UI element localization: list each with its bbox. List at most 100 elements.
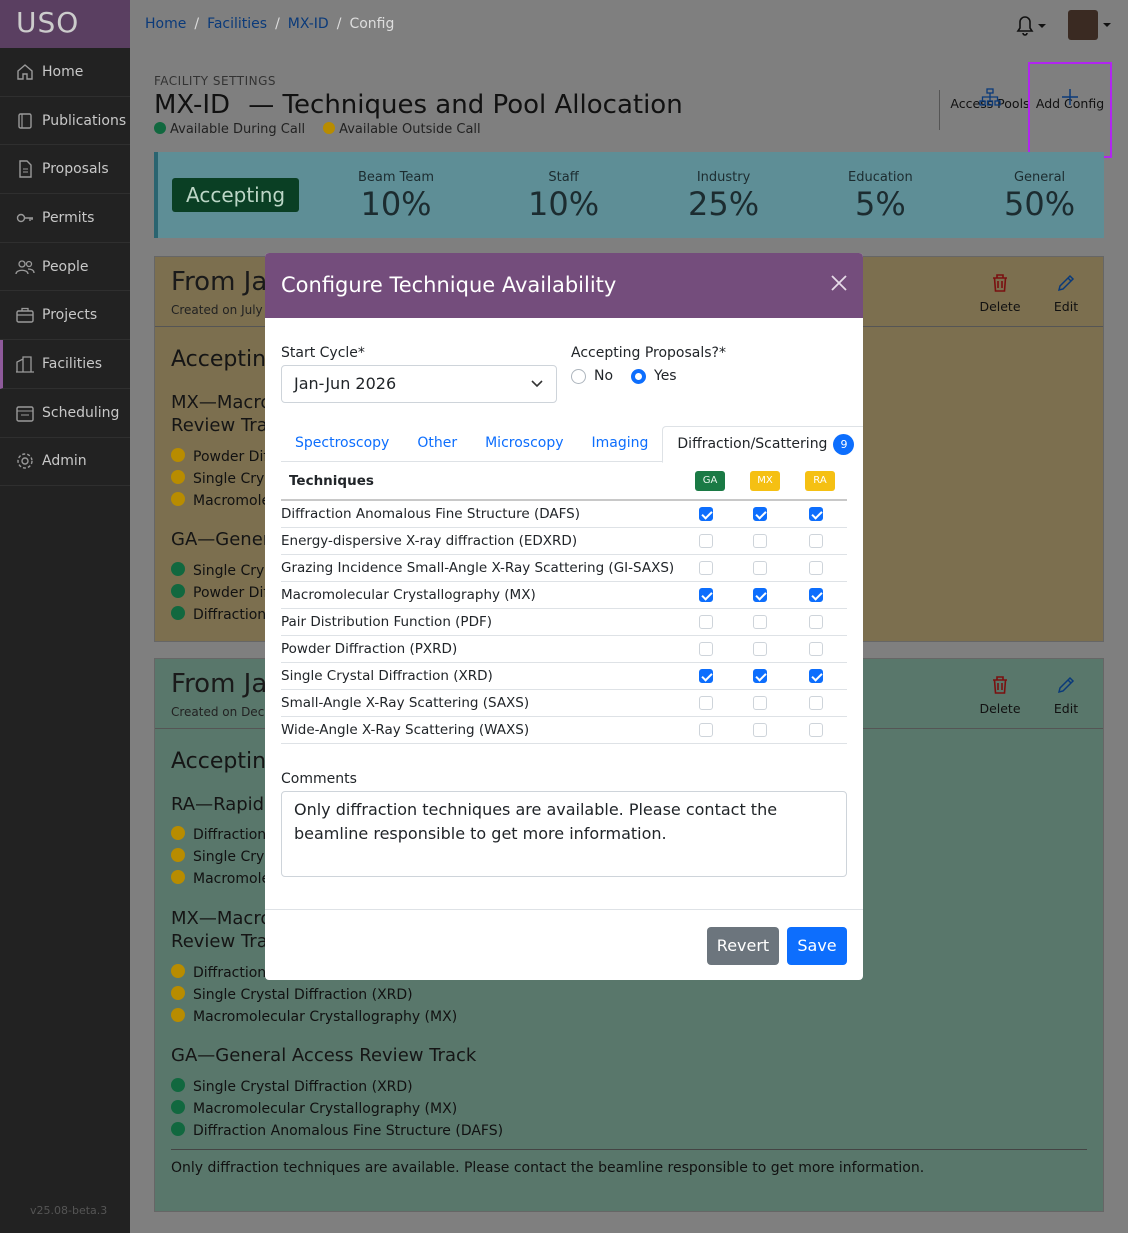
list-item-label: Single Crystal Diffraction (XRD) — [193, 1079, 413, 1095]
sidebar-item-permits[interactable]: Permits — [0, 194, 130, 243]
page-title: MX-ID — Techniques and Pool Allocation — [154, 90, 683, 120]
document-icon — [19, 160, 32, 178]
delete-button[interactable]: Delete — [977, 671, 1023, 716]
ga-checkbox[interactable] — [699, 588, 713, 602]
delete-button[interactable]: Delete — [977, 269, 1023, 314]
sidebar-item-publications[interactable]: Publications — [0, 97, 130, 146]
ga-checkbox[interactable] — [699, 615, 713, 629]
legend-outside-label: Available Outside Call — [339, 122, 481, 137]
access-pools-button[interactable]: Access Pools — [950, 64, 1030, 156]
radio-no[interactable]: No — [571, 368, 613, 384]
yellow-dot-icon — [171, 1008, 185, 1022]
sidebar-item-scheduling[interactable]: Scheduling — [0, 389, 130, 438]
pool-label: Beam Team — [358, 170, 435, 185]
ra-checkbox[interactable] — [809, 615, 823, 629]
ra-checkbox[interactable] — [809, 669, 823, 683]
mx-checkbox[interactable] — [753, 561, 767, 575]
tab-diffraction-scattering[interactable]: Diffraction/Scattering 9 — [662, 426, 863, 463]
mx-checkbox[interactable] — [753, 723, 767, 737]
people-icon — [15, 259, 35, 274]
technique-name: Small-Angle X-Ray Scattering (SAXS) — [281, 695, 530, 711]
comments-textarea[interactable]: Only diffraction techniques are availabl… — [281, 791, 847, 877]
ra-checkbox[interactable] — [809, 534, 823, 548]
sidebar-item-facilities[interactable]: Facilities — [0, 340, 130, 389]
ga-checkbox[interactable] — [699, 642, 713, 656]
ga-checkbox[interactable] — [699, 534, 713, 548]
sidebar-item-people[interactable]: People — [0, 243, 130, 292]
ra-checkbox[interactable] — [809, 588, 823, 602]
table-header: Techniques GA MX RA — [281, 465, 847, 501]
sidebar-item-admin[interactable]: Admin — [0, 438, 130, 487]
mx-checkbox[interactable] — [753, 642, 767, 656]
mx-checkbox[interactable] — [753, 669, 767, 683]
pool-staff: Staff 10% — [528, 170, 599, 223]
ga-checkbox[interactable] — [699, 561, 713, 575]
start-cycle-select[interactable]: Jan-Jun 2026 — [281, 365, 557, 403]
breadcrumb-home[interactable]: Home — [145, 16, 186, 32]
user-menu[interactable] — [1068, 10, 1112, 40]
technique-tabs: Spectroscopy Other Microscopy Imaging Di… — [281, 426, 863, 463]
ra-checkbox[interactable] — [809, 642, 823, 656]
ra-badge: RA — [805, 471, 835, 491]
technique-name: Wide-Angle X-Ray Scattering (WAXS) — [281, 722, 530, 738]
legend-during: Available During Call — [154, 122, 305, 137]
tab-other[interactable]: Other — [403, 426, 471, 461]
radio-yes[interactable]: Yes — [631, 368, 677, 384]
mx-checkbox[interactable] — [753, 696, 767, 710]
tab-microscopy[interactable]: Microscopy — [471, 426, 577, 461]
ga-checkbox[interactable] — [699, 696, 713, 710]
list-item: Diffraction — [171, 964, 266, 981]
edit-button[interactable]: Edit — [1043, 671, 1089, 716]
list-item: Macromole — [171, 870, 270, 887]
add-config-button[interactable]: Add Config — [1028, 62, 1112, 158]
tab-label: Diffraction/Scattering — [677, 436, 828, 452]
pool-value: 5% — [854, 185, 906, 223]
yellow-dot-icon — [171, 492, 185, 506]
technique-name: Diffraction Anomalous Fine Structure (DA… — [281, 506, 581, 522]
ra-checkbox[interactable] — [809, 561, 823, 575]
pool-label: Staff — [548, 170, 579, 185]
list-item-label: Macromolecular Crystallography (MX) — [193, 1009, 458, 1025]
mx-checkbox[interactable] — [753, 534, 767, 548]
yellow-dot-icon — [171, 826, 185, 840]
ga-checkbox[interactable] — [699, 507, 713, 521]
yellow-dot-icon — [171, 964, 185, 978]
ra-checkbox[interactable] — [809, 723, 823, 737]
sidebar-item-proposals[interactable]: Proposals — [0, 145, 130, 195]
list-item: Powder Dif — [171, 584, 268, 601]
bell-icon[interactable] — [1014, 13, 1048, 37]
sidebar-item-label: Home — [42, 63, 84, 80]
ga-checkbox[interactable] — [699, 723, 713, 737]
mx-checkbox[interactable] — [753, 615, 767, 629]
radio-circle[interactable] — [631, 368, 646, 384]
yellow-dot-icon — [323, 122, 336, 134]
list-item: Macromolecular Crystallography (MX) — [171, 1100, 457, 1117]
ga-checkbox[interactable] — [699, 669, 713, 683]
pool-industry: Industry 25% — [688, 170, 759, 223]
app-brand[interactable]: USO — [0, 0, 130, 48]
technique-name: Powder Diffraction (PXRD) — [281, 641, 458, 657]
tab-imaging[interactable]: Imaging — [578, 426, 663, 461]
sidebar-item-projects[interactable]: Projects — [0, 291, 130, 341]
mx-checkbox[interactable] — [753, 588, 767, 602]
ga-badge: GA — [695, 471, 725, 491]
edit-button[interactable]: Edit — [1043, 269, 1089, 314]
sidebar-item-label: Scheduling — [42, 404, 120, 421]
breadcrumb-facility[interactable]: MX-ID — [288, 16, 329, 32]
breadcrumb: Home / Facilities / MX-ID / Config — [145, 16, 394, 32]
list-item-label: Diffraction — [193, 827, 267, 843]
briefcase-icon — [16, 308, 34, 323]
ra-checkbox[interactable] — [809, 507, 823, 521]
breadcrumb-facilities[interactable]: Facilities — [207, 16, 267, 32]
mx-checkbox[interactable] — [753, 507, 767, 521]
sidebar-item-label: Publications — [42, 112, 127, 129]
radio-circle[interactable] — [571, 368, 586, 384]
ra-checkbox[interactable] — [809, 696, 823, 710]
close-icon[interactable] — [829, 273, 849, 293]
tab-spectroscopy[interactable]: Spectroscopy — [281, 426, 403, 461]
avatar[interactable] — [1068, 10, 1098, 40]
sidebar-item-label: People — [42, 258, 89, 275]
revert-button[interactable]: Revert — [707, 927, 779, 965]
save-button[interactable]: Save — [787, 927, 847, 965]
sidebar-item-home[interactable]: Home — [0, 48, 130, 97]
